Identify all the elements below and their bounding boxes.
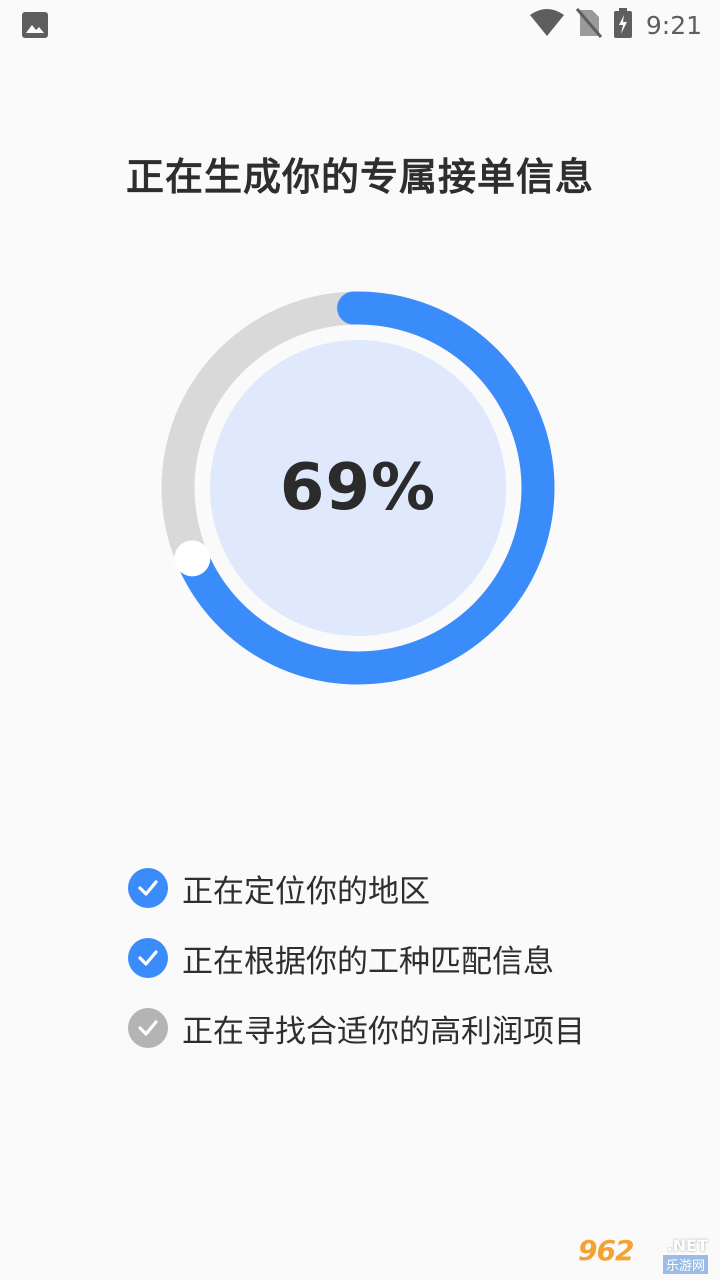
list-item: 正在定位你的地区 [128,866,688,910]
watermark-logo: 962 .NET 乐游网 [578,1234,710,1274]
progress-ring: 69% [160,290,556,686]
no-sim-icon [575,8,602,42]
check-circle-icon [128,1008,168,1048]
check-circle-icon [128,938,168,978]
step-label: 正在根据你的工种匹配信息 [182,943,554,980]
step-label: 正在寻找合适你的高利润项目 [182,1013,585,1050]
progress-percent: 69% [279,451,437,525]
status-bar: 9:21 [0,0,720,50]
step-label: 正在定位你的地区 [182,873,430,910]
watermark-suffix: .NET [666,1236,708,1255]
wifi-icon [529,9,564,41]
battery-charging-icon [613,8,632,42]
app-screen: 9:21 正在生成你的专属接单信息 69% 正在定位你的地区 正在根据你的工种匹… [0,0,720,1280]
page-title: 正在生成你的专属接单信息 [125,155,594,199]
status-icons: 9:21 [529,8,702,42]
list-item: 正在寻找合适你的高利润项目 [128,1006,688,1050]
watermark-brand: 962 [578,1234,634,1267]
list-item: 正在根据你的工种匹配信息 [128,936,688,980]
check-circle-icon [128,868,168,908]
status-time: 9:21 [645,10,702,40]
watermark-sub: 乐游网 [662,1255,708,1274]
gallery-icon [22,12,48,42]
step-list: 正在定位你的地区 正在根据你的工种匹配信息 正在寻找合适你的高利润项目 [128,866,688,1076]
